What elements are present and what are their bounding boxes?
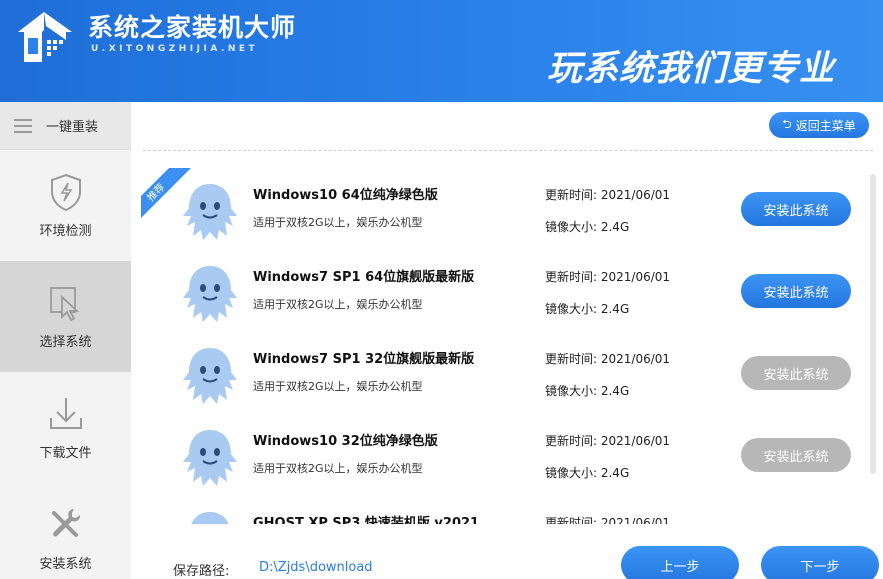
install-system-button[interactable]: 安装此系统 xyxy=(741,356,851,390)
brand-title: 系统之家装机大师 xyxy=(88,13,297,42)
house-logo-icon xyxy=(18,12,72,62)
system-name: Windows10 64位纯净绿色版 xyxy=(253,188,438,203)
list-item[interactable]: Windows7 SP1 32位旗舰版最新版 适用于双核2G以上，娱乐办公机型 … xyxy=(141,332,869,414)
list-item[interactable]: Windows7 SP1 64位旗舰版最新版 适用于双核2G以上，娱乐办公机型 … xyxy=(141,250,869,332)
back-to-main-button[interactable]: ⮌ 返回主菜单 xyxy=(769,112,869,138)
save-path-label: 保存路径: xyxy=(173,564,230,579)
download-icon xyxy=(49,398,82,429)
slogan: 玩系统我们更专业 xyxy=(546,49,835,89)
return-icon: ⮌ xyxy=(782,116,792,131)
ghost-icon xyxy=(183,184,237,240)
system-description: 适用于双核2G以上，娱乐办公机型 xyxy=(253,298,423,311)
system-name: Windows7 SP1 64位旗舰版最新版 xyxy=(253,270,475,285)
system-name: GHOST XP SP3 快速装机版 v2021 xyxy=(253,516,480,524)
sidebar-item-label: 下载文件 xyxy=(39,446,92,461)
image-size: 镜像大小: 2.4G xyxy=(545,220,630,234)
system-description: 适用于双核2G以上，娱乐办公机型 xyxy=(253,380,423,393)
update-time: 更新时间: 2021/06/01 xyxy=(545,188,671,202)
ghost-icon xyxy=(183,430,237,486)
brand-subtitle: U.XITONGZHIJIA.NET xyxy=(91,44,259,54)
ghost-icon xyxy=(191,512,229,524)
main-panel: ⮌ 返回主菜单 推荐 Windows10 64位纯净绿色版 适用于双核2G以上，… xyxy=(131,102,883,579)
image-size: 镜像大小: 2.4G xyxy=(545,302,630,316)
shield-icon xyxy=(50,173,81,212)
app-header: 系统之家装机大师 U.XITONGZHIJIA.NET 玩系统我们更专业 xyxy=(0,0,883,102)
sidebar-item-select-system[interactable]: 选择系统 xyxy=(0,261,131,372)
ghost-icon xyxy=(183,348,237,404)
system-name: Windows7 SP1 32位旗舰版最新版 xyxy=(253,352,475,367)
sidebar-header-label: 一键重装 xyxy=(46,120,99,135)
sidebar-item-label: 环境检测 xyxy=(39,224,92,239)
menu-icon xyxy=(14,118,34,133)
list-item[interactable]: Windows10 64位纯净绿色版 适用于双核2G以上，娱乐办公机型 更新时间… xyxy=(141,168,869,250)
install-system-button[interactable]: 安装此系统 xyxy=(741,438,851,472)
sidebar-header[interactable]: 一键重装 xyxy=(0,102,131,150)
sidebar-item-label: 选择系统 xyxy=(39,335,92,350)
sidebar-item-download-files[interactable]: 下载文件 xyxy=(0,372,131,483)
divider xyxy=(143,150,873,151)
system-list: 推荐 Windows10 64位纯净绿色版 适用于双核2G以上，娱乐办公机型 更… xyxy=(141,168,869,524)
install-system-button[interactable]: 安装此系统 xyxy=(741,192,851,226)
sidebar-item-install-system[interactable]: 安装系统 xyxy=(0,483,131,579)
cursor-icon xyxy=(49,287,79,322)
tools-icon xyxy=(51,509,80,537)
install-system-button[interactable]: 安装此系统 xyxy=(741,274,851,308)
list-item[interactable]: GHOST XP SP3 快速装机版 v2021 更新时间: 2021/06/0… xyxy=(141,496,869,524)
image-size: 镜像大小: 2.4G xyxy=(545,466,630,480)
update-time: 更新时间: 2021/06/01 xyxy=(545,516,671,524)
scrollbar[interactable] xyxy=(870,174,876,474)
previous-step-button[interactable]: 上一步 xyxy=(621,546,739,579)
update-time: 更新时间: 2021/06/01 xyxy=(545,434,671,448)
ghost-icon xyxy=(183,266,237,322)
list-item[interactable]: Windows10 32位纯净绿色版 适用于双核2G以上，娱乐办公机型 更新时间… xyxy=(141,414,869,496)
save-path-link[interactable]: D:\Zjds\download xyxy=(259,560,373,575)
image-size: 镜像大小: 2.4G xyxy=(545,384,630,398)
system-description: 适用于双核2G以上，娱乐办公机型 xyxy=(253,216,423,229)
sidebar: 一键重装 环境检测 选择系统 下载文件 安装系统 xyxy=(0,102,131,579)
sidebar-item-env-check[interactable]: 环境检测 xyxy=(0,150,131,261)
next-step-button[interactable]: 下一步 xyxy=(761,546,879,579)
update-time: 更新时间: 2021/06/01 xyxy=(545,270,671,284)
update-time: 更新时间: 2021/06/01 xyxy=(545,352,671,366)
system-name: Windows10 32位纯净绿色版 xyxy=(253,434,438,449)
system-description: 适用于双核2G以上，娱乐办公机型 xyxy=(253,462,423,475)
sidebar-item-label: 安装系统 xyxy=(39,557,92,572)
back-button-label: 返回主菜单 xyxy=(795,118,856,133)
